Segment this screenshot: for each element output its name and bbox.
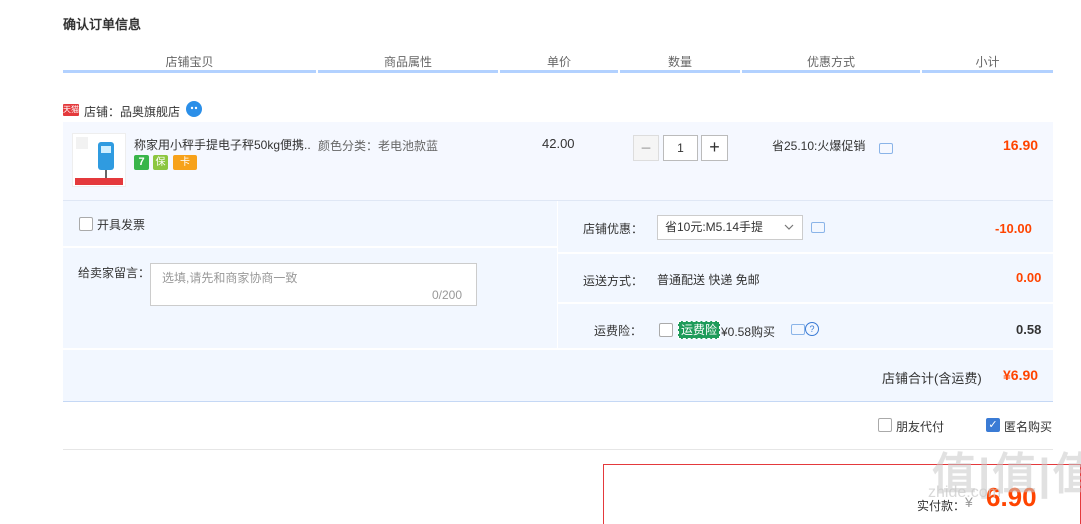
panel-divider	[63, 348, 1053, 350]
column-header-subtotal: 小计	[975, 55, 1000, 69]
insurance-price: ¥0.58购买	[721, 325, 776, 339]
shop-discount-value: -10.00	[995, 221, 1032, 236]
watermark-site: zhide.com	[928, 484, 1001, 501]
shipping-method: 普通配送 快递 免邮	[657, 273, 760, 287]
wangwang-chat-icon[interactable]	[186, 101, 202, 117]
shipping-label: 运送方式：	[583, 274, 644, 288]
column-header-discount: 优惠方式	[806, 55, 855, 69]
shipping-value: 0.00	[1016, 270, 1042, 285]
column-header-quantity: 数量	[667, 55, 692, 69]
quantity-decrease-button[interactable]: −	[633, 135, 659, 161]
memo-label: 给卖家留言：	[78, 266, 151, 280]
quantity-input[interactable]: 1	[663, 135, 698, 161]
help-icon[interactable]: ?	[805, 322, 819, 336]
guarantee-icon[interactable]: 保	[153, 155, 168, 170]
item-subtotal: 16.90	[1003, 137, 1039, 153]
product-attribute: 颜色分类：老电池款蓝	[318, 139, 439, 153]
unit-price: 42.00	[542, 136, 575, 151]
discount-message-icon[interactable]	[811, 222, 825, 233]
insurance-message-icon[interactable]	[791, 324, 805, 335]
shop-discount-select[interactable]: 省10元:M5.14手提	[657, 215, 803, 240]
store-total-label: 店铺合计(含运费)	[882, 371, 982, 386]
friend-pay-label[interactable]: 朋友代付	[896, 418, 944, 435]
quantity-increase-button[interactable]: +	[701, 135, 728, 161]
column-header-price: 单价	[546, 55, 571, 69]
promotion-text: 省25.10:火爆促销	[772, 139, 866, 153]
seven-day-return-icon[interactable]: 7	[134, 155, 149, 170]
item-row	[63, 122, 1053, 201]
section-separator	[63, 449, 1053, 450]
column-header-attribute: 商品属性	[383, 55, 432, 69]
memo-placeholder: 选填,请先和商家协商一致	[162, 271, 298, 285]
anonymous-checkbox[interactable]: ✓	[986, 418, 1000, 432]
product-thumbnail[interactable]	[72, 133, 126, 187]
shop-name-link[interactable]: 店铺：品奥旗舰店	[84, 103, 180, 120]
insurance-value: 0.58	[1016, 322, 1042, 337]
anonymous-label[interactable]: 匿名购买	[1004, 418, 1052, 435]
panel-divider	[557, 201, 558, 349]
header-underline	[620, 70, 740, 73]
friend-pay-checkbox[interactable]	[878, 418, 892, 432]
shop-discount-label: 店铺优惠：	[583, 222, 644, 236]
promo-message-icon[interactable]	[879, 143, 893, 154]
header-underline	[318, 70, 498, 73]
insurance-checkbox[interactable]	[659, 323, 673, 337]
column-header-item: 店铺宝贝	[165, 55, 214, 69]
panel-divider	[558, 252, 1053, 254]
tmall-badge-icon: 天猫	[63, 104, 79, 116]
panel-divider	[558, 302, 1053, 304]
panel-divider	[63, 246, 557, 248]
invoice-label[interactable]: 开具发票	[97, 216, 145, 233]
header-underline	[63, 70, 316, 73]
chevron-down-icon	[784, 216, 794, 247]
header-underline	[742, 70, 920, 73]
credit-card-icon[interactable]: 卡	[173, 155, 197, 170]
insurance-badge: 运费险	[678, 321, 721, 339]
memo-char-count: 0/200	[432, 288, 463, 302]
insurance-label: 运费险：	[594, 324, 643, 338]
header-underline	[922, 70, 1053, 73]
shop-discount-selected: 省10元:M5.14手提	[665, 220, 764, 234]
page-title: 确认订单信息	[63, 17, 142, 32]
store-total-value: ¥6.90	[1003, 367, 1039, 383]
invoice-checkbox[interactable]	[79, 217, 93, 231]
product-name-link[interactable]: 称家用小秤手提电子秤50kg便携..	[134, 136, 311, 153]
header-underline	[500, 70, 618, 73]
